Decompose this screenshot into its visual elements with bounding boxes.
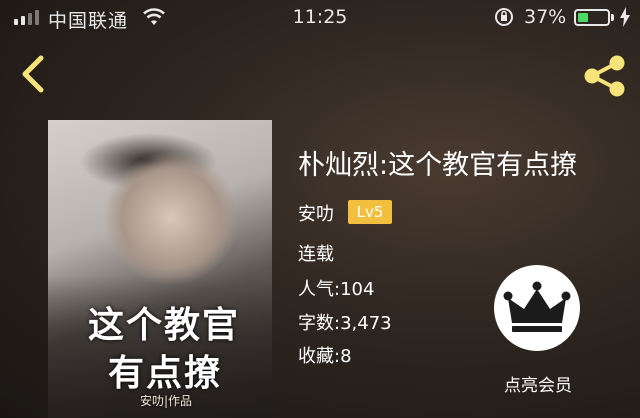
word-count-label: 字数: <box>298 313 341 334</box>
popularity-label: 人气: <box>298 279 341 300</box>
cover-title-line1: 这个教官 <box>88 304 241 346</box>
author-name[interactable]: 安叻 <box>298 200 334 226</box>
crown-icon <box>503 281 571 332</box>
favorites-value: 8 <box>340 346 352 367</box>
rotation-lock-icon <box>495 8 513 26</box>
cover-author-credit: 安叻|作品 <box>140 394 193 408</box>
share-icon <box>584 55 625 97</box>
back-button[interactable] <box>14 52 54 96</box>
popularity-row: 人气:104 <box>298 275 374 301</box>
favorites-label: 收藏: <box>298 346 341 367</box>
popularity-value: 104 <box>340 279 375 300</box>
level-badge: Lv5 <box>348 200 392 224</box>
vip-button[interactable] <box>494 265 580 351</box>
charging-icon <box>620 7 630 27</box>
battery-percent: 37% <box>524 6 567 28</box>
chevron-left-icon <box>22 55 44 93</box>
word-count-row: 字数:3,473 <box>298 309 392 335</box>
serial-status: 连载 <box>298 244 334 265</box>
book-cover[interactable]: 这个教官 有点撩 安叻|作品 <box>48 120 272 418</box>
cover-title-line2: 有点撩 <box>108 352 223 394</box>
word-count-value: 3,473 <box>340 313 392 334</box>
vip-button-label[interactable]: 点亮会员 <box>494 371 582 396</box>
battery-icon <box>574 9 610 26</box>
battery-level <box>578 13 588 22</box>
status-bar: 中国联通 11:25 37% <box>0 0 640 36</box>
favorites-row: 收藏:8 <box>298 342 352 368</box>
share-button[interactable] <box>582 54 628 98</box>
book-title: 朴灿烈:这个教官有点撩 <box>298 150 578 181</box>
